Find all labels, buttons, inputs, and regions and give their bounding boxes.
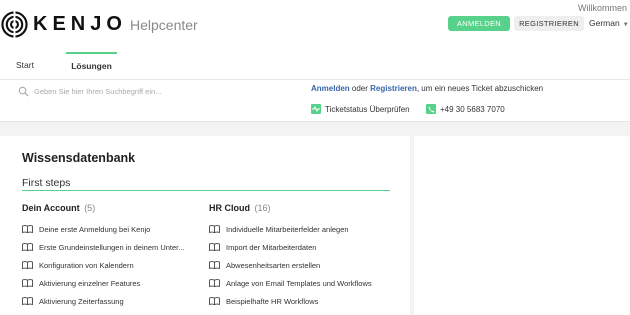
book-icon bbox=[209, 297, 220, 305]
article-link[interactable]: Erste Grundeinstellungen in deinem Unter… bbox=[22, 238, 202, 256]
category-name: Dein Account bbox=[22, 203, 80, 213]
language-selector[interactable]: German ▼ bbox=[589, 18, 629, 28]
phone-number: +49 30 5683 7070 bbox=[440, 104, 505, 114]
category-count: (5) bbox=[84, 203, 96, 213]
book-icon bbox=[22, 243, 33, 251]
support-phone[interactable]: +49 30 5683 7070 bbox=[426, 104, 505, 114]
category-count: (16) bbox=[254, 203, 271, 213]
kenjo-logo-mark-icon bbox=[1, 11, 28, 38]
activity-icon bbox=[311, 104, 321, 114]
category-dein-account[interactable]: Dein Account (5) bbox=[22, 203, 95, 213]
login-link[interactable]: Anmelden bbox=[311, 84, 350, 93]
article-link[interactable]: Aktivierung Zeiterfassung bbox=[22, 292, 202, 310]
language-label: German bbox=[589, 18, 620, 28]
book-icon bbox=[22, 297, 33, 305]
article-list-dein-account: Deine erste Anmeldung bei Kenjo Erste Gr… bbox=[22, 220, 202, 310]
book-icon bbox=[22, 261, 33, 269]
article-link[interactable]: Beispielhafte HR Workflows bbox=[209, 292, 394, 310]
welcome-text: Willkommen bbox=[577, 3, 627, 13]
article-link[interactable]: Import der Mitarbeiterdaten bbox=[209, 238, 394, 256]
book-icon bbox=[209, 225, 220, 233]
article-link[interactable]: Aktivierung einzelner Features bbox=[22, 274, 202, 292]
helpcenter-title: Helpcenter bbox=[130, 17, 198, 33]
book-icon bbox=[209, 279, 220, 287]
brand-name: KENJO bbox=[33, 13, 127, 35]
phone-icon bbox=[426, 104, 436, 114]
top-header: KENJO Helpcenter Willkommen ANMELDEN REG… bbox=[0, 0, 630, 52]
section-title[interactable]: First steps bbox=[22, 177, 70, 189]
register-link[interactable]: Registrieren bbox=[370, 84, 417, 93]
ticket-status-link[interactable]: Ticketstatus Überprüfen bbox=[311, 104, 410, 114]
category-hr-cloud[interactable]: HR Cloud (16) bbox=[209, 203, 271, 213]
chevron-down-icon: ▼ bbox=[622, 22, 629, 28]
sidebar-panel bbox=[414, 136, 630, 315]
article-link[interactable]: Anlage von Email Templates und Workflows bbox=[209, 274, 394, 292]
nav-tabs: Start Lösungen bbox=[0, 52, 630, 80]
ticket-status-label: Ticketstatus Überprüfen bbox=[325, 104, 410, 114]
kenjo-logo[interactable]: KENJO bbox=[1, 11, 127, 38]
tab-start[interactable]: Start bbox=[16, 52, 34, 79]
ticket-text: , um ein neues Ticket abzuschicken bbox=[416, 84, 544, 93]
article-link[interactable]: Deine erste Anmeldung bei Kenjo bbox=[22, 220, 202, 238]
article-list-hr-cloud: Individuelle Mitarbeiterfelder anlegen I… bbox=[209, 220, 394, 310]
book-icon bbox=[209, 261, 220, 269]
article-link[interactable]: Individuelle Mitarbeiterfelder anlegen bbox=[209, 220, 394, 238]
search-input[interactable] bbox=[34, 84, 284, 98]
section-divider bbox=[22, 190, 390, 191]
article-link[interactable]: Abwesenheitsarten erstellen bbox=[209, 256, 394, 274]
article-link[interactable]: Konfiguration von Kalendern bbox=[22, 256, 202, 274]
login-button[interactable]: ANMELDEN bbox=[448, 16, 510, 31]
register-button[interactable]: REGISTRIEREN bbox=[514, 16, 584, 31]
kb-title: Wissensdatenbank bbox=[22, 151, 136, 165]
search-bar-row: Anmelden oder Registrieren, um ein neues… bbox=[0, 80, 630, 122]
book-icon bbox=[22, 279, 33, 287]
tab-loesungen[interactable]: Lösungen bbox=[66, 52, 117, 79]
knowledge-base-card: Wissensdatenbank First steps Dein Accoun… bbox=[0, 136, 410, 315]
category-name: HR Cloud bbox=[209, 203, 250, 213]
ticket-prompt: Anmelden oder Registrieren, um ein neues… bbox=[311, 84, 543, 93]
or-text: oder bbox=[351, 84, 368, 93]
book-icon bbox=[22, 225, 33, 233]
book-icon bbox=[209, 243, 220, 251]
search-icon bbox=[18, 86, 29, 97]
